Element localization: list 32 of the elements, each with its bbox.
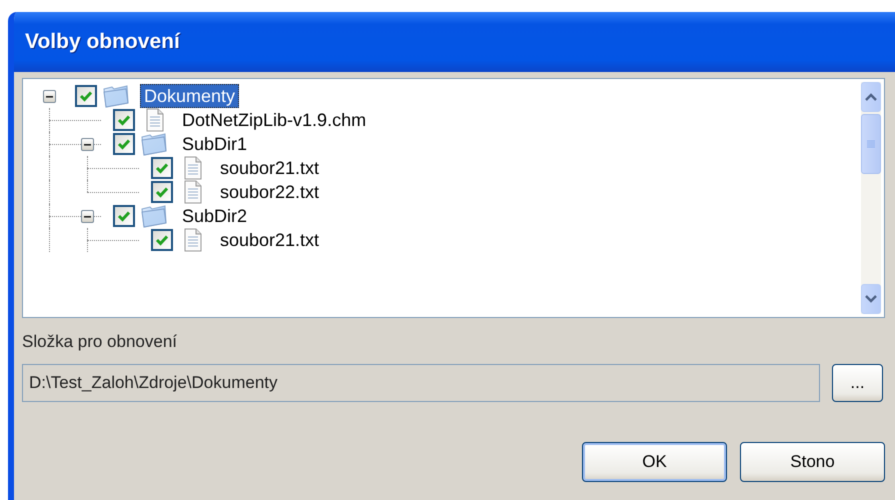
caret-up-icon (865, 93, 877, 101)
collapse-icon[interactable] (80, 210, 94, 222)
collapse-icon[interactable] (42, 90, 56, 102)
checkbox[interactable] (75, 85, 97, 107)
tree-item[interactable]: Dokumenty (140, 84, 240, 108)
tree-item[interactable]: DotNetZipLib-v1.9.chm (178, 108, 370, 132)
checkbox[interactable] (113, 109, 135, 131)
checkbox[interactable] (151, 181, 173, 203)
folder-label: Složka pro obnovení (22, 332, 178, 352)
checkbox[interactable] (151, 157, 173, 179)
scroll-up-button[interactable] (861, 82, 881, 112)
checkbox[interactable] (113, 205, 135, 227)
tree-item[interactable]: SubDir2 (178, 204, 252, 228)
caret-down-icon (865, 295, 877, 303)
browse-button[interactable]: ... (832, 364, 883, 402)
ok-button[interactable]: OK (582, 442, 727, 482)
folder-icon (102, 84, 130, 108)
tree-item[interactable]: soubor21.txt (216, 228, 324, 252)
scroll-thumb[interactable] (861, 114, 881, 174)
checkbox[interactable] (113, 133, 135, 155)
scrollbar[interactable] (861, 82, 881, 314)
checkbox[interactable] (151, 229, 173, 251)
window-title: Volby obnovení (25, 30, 180, 54)
collapse-icon[interactable] (80, 138, 94, 150)
folder-icon (140, 204, 168, 228)
tree-item[interactable]: soubor21.txt (216, 156, 324, 180)
tree-item[interactable]: soubor22.txt (216, 180, 324, 204)
cancel-button[interactable]: Stono (740, 442, 885, 482)
folder-icon (140, 132, 168, 156)
tree-item[interactable]: SubDir1 (178, 132, 252, 156)
folder-path-field[interactable]: D:\Test_Zaloh\Zdroje\Dokumenty (22, 364, 820, 402)
scroll-down-button[interactable] (861, 284, 881, 314)
